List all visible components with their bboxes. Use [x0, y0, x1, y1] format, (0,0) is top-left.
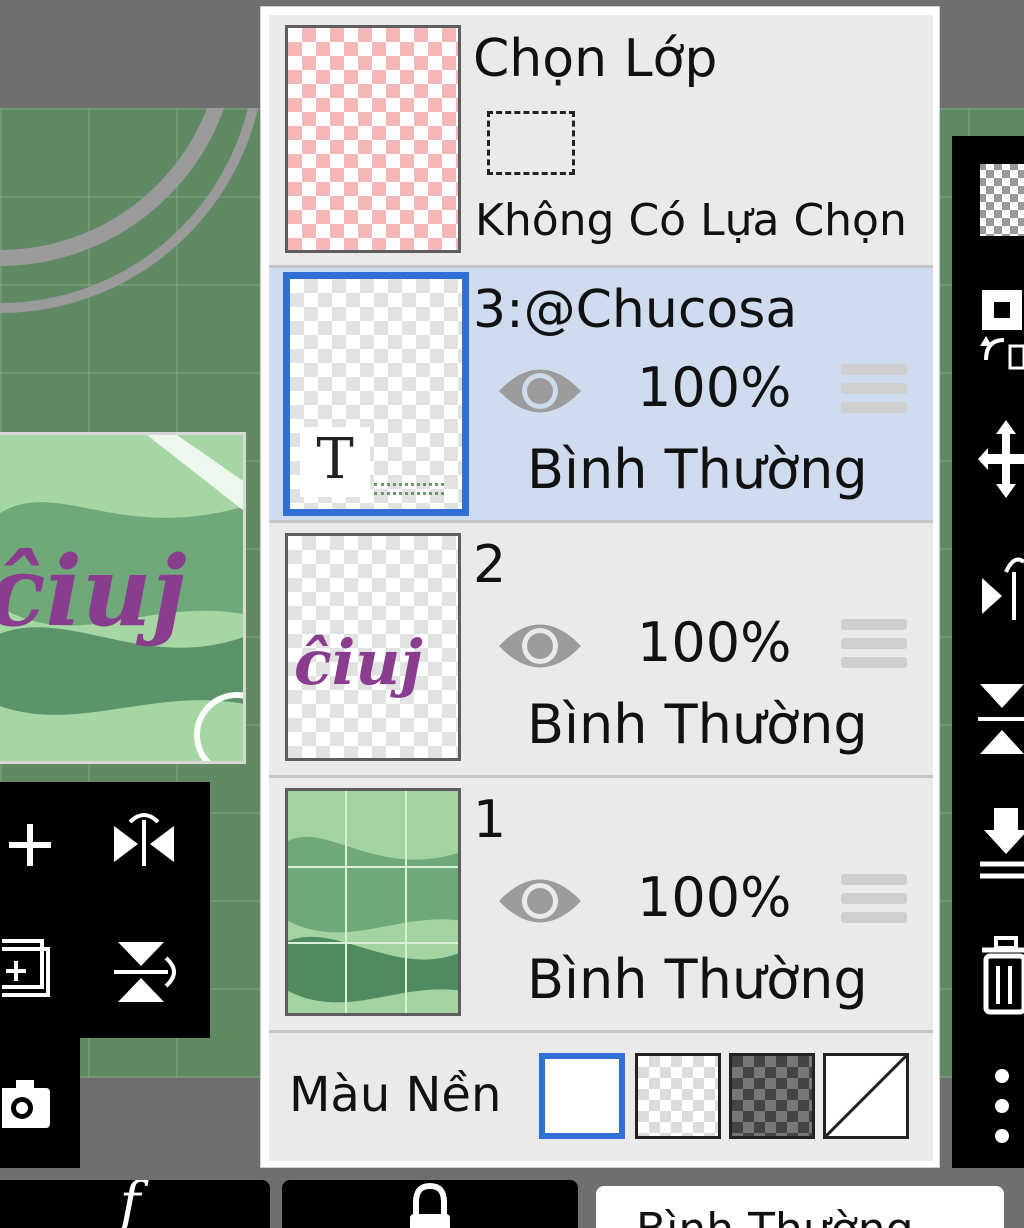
layer-opacity[interactable]: 100% [637, 356, 791, 419]
move-icon[interactable] [978, 416, 1024, 502]
flip-horizontal-icon[interactable] [104, 808, 184, 878]
add-sublayer-icon[interactable] [0, 932, 60, 1002]
left-toolbar [0, 782, 210, 1038]
selection-thumbnail [285, 25, 461, 253]
checker-icon[interactable] [978, 160, 1024, 240]
layer-blend-mode[interactable]: Bình Thường [527, 693, 868, 756]
trash-icon[interactable] [978, 932, 1024, 1022]
blend-mode-button[interactable]: Bình Thường [596, 1186, 1004, 1228]
camera-icon[interactable] [0, 1068, 56, 1138]
lock-button[interactable] [282, 1180, 578, 1228]
bg-swatch-white[interactable] [539, 1053, 625, 1139]
merge-icon[interactable] [978, 676, 1024, 762]
canvas-arc-decoration [0, 108, 259, 313]
font-button[interactable]: f [0, 1180, 270, 1228]
layer-thumbnail-3: T [283, 272, 469, 516]
layer-thumbnail-1 [285, 788, 461, 1016]
dashed-selection-icon [487, 111, 575, 175]
drag-handle-icon[interactable] [841, 364, 907, 421]
selection-title: Chọn Lớp [473, 29, 718, 89]
lock-icon [410, 1182, 450, 1228]
thumbnail-dots [374, 483, 444, 495]
selection-layer-row[interactable]: Chọn Lớp Không Có Lựa Chọn [269, 15, 933, 265]
bg-swatch-transparent-light[interactable] [635, 1053, 721, 1139]
font-button-glyph: f [119, 1180, 141, 1228]
drag-handle-icon[interactable] [841, 619, 907, 676]
background-color-label: Màu Nền [289, 1067, 502, 1123]
visibility-eye-icon[interactable] [495, 360, 585, 422]
layer-name: 3:@Chucosa [473, 280, 798, 340]
layer-blend-mode[interactable]: Bình Thường [527, 948, 868, 1011]
layer-name: 2 [473, 535, 507, 595]
layer-row-2[interactable]: ĉiuj 2 100% Bình Thường [269, 523, 933, 775]
add-layer-icon[interactable] [0, 812, 60, 878]
layer-opacity[interactable]: 100% [637, 611, 791, 674]
visibility-eye-icon[interactable] [495, 870, 585, 932]
drag-handle-icon[interactable] [841, 874, 907, 931]
layer-panel: Chọn Lớp Không Có Lựa Chọn T 3:@Chucosa … [260, 6, 940, 1168]
layer-blend-mode[interactable]: Bình Thường [527, 438, 868, 501]
bg-swatch-transparent-dark[interactable] [729, 1053, 815, 1139]
transform-layer-icon[interactable] [978, 282, 1024, 372]
layer-row-3[interactable]: T 3:@Chucosa 100% Bình Thường [269, 268, 933, 520]
layer-opacity[interactable]: 100% [637, 866, 791, 929]
layer-row-1[interactable]: 1 100% Bình Thường [269, 778, 933, 1030]
svg-text:ĉiuj: ĉiuj [294, 626, 423, 699]
flip-layer-icon[interactable] [978, 548, 1024, 634]
layer-name: 1 [473, 790, 507, 850]
download-icon[interactable] [978, 802, 1024, 892]
canvas-preview-image: ĉiuj [0, 432, 246, 764]
svg-text:ĉiuj: ĉiuj [0, 535, 186, 648]
right-toolbar [952, 136, 1024, 1168]
text-layer-icon: T [300, 427, 370, 497]
bg-swatch-none[interactable] [823, 1053, 909, 1139]
flip-vertical-icon[interactable] [104, 932, 184, 1012]
layer-thumbnail-2: ĉiuj [285, 533, 461, 761]
selection-status: Không Có Lựa Chọn [475, 195, 907, 246]
more-icon[interactable] [978, 1062, 1024, 1152]
visibility-eye-icon[interactable] [495, 615, 585, 677]
left-toolbar-bottom [0, 1038, 80, 1168]
